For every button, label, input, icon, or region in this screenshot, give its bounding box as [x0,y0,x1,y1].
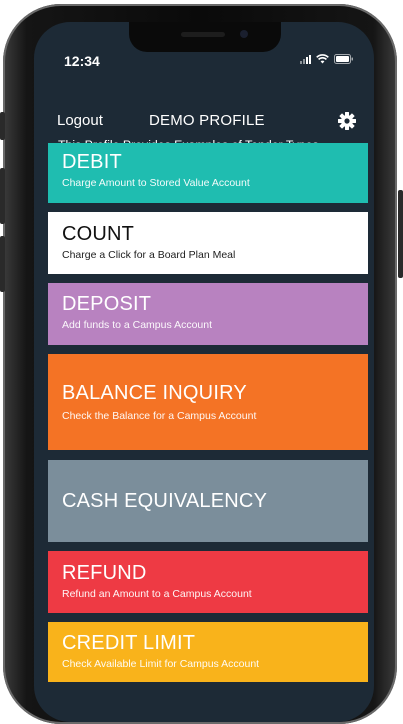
tile-debit[interactable]: DEBIT Charge Amount to Stored Value Acco… [48,143,368,203]
tile-cash-equivalency[interactable]: CASH EQUIVALENCY [48,460,368,542]
tile-description: Check Available Limit for Campus Account [62,658,260,670]
tile-description: Refund an Amount to a Campus Account [62,588,252,600]
speaker [181,32,225,37]
tile-description: Add funds to a Campus Account [62,319,213,331]
signal-icon [300,54,311,64]
camera [240,30,248,38]
tile-title: CASH EQUIVALENCY [62,490,268,512]
side-button [0,112,5,140]
tile-title: REFUND [62,562,147,584]
page-title: DEMO PROFILE [149,112,265,129]
gear-icon[interactable] [337,111,357,131]
side-button [0,236,5,292]
tile-refund[interactable]: REFUND Refund an Amount to a Campus Acco… [48,551,368,613]
notch [129,22,281,52]
tile-description: Charge a Click for a Board Plan Meal [62,249,236,261]
logout-button[interactable]: Logout [57,112,103,129]
tile-description: Charge Amount to Stored Value Account [62,177,250,189]
tile-balance-inquiry[interactable]: BALANCE INQUIRY Check the Balance for a … [48,354,368,450]
wifi-icon [316,54,329,64]
tile-title: BALANCE INQUIRY [62,382,247,404]
tile-title: COUNT [62,223,135,245]
side-button [398,190,403,278]
tile-credit-limit[interactable]: CREDIT LIMIT Check Available Limit for C… [48,622,368,682]
status-time: 12:34 [64,53,100,69]
tile-count[interactable]: COUNT Charge a Click for a Board Plan Me… [48,212,368,274]
status-icons [300,54,354,64]
phone-screen: 12:34 Logout DEMO PROFILE DEBIT Charge A… [34,22,374,722]
tile-title: CREDIT LIMIT [62,632,196,654]
tile-description: Check the Balance for a Campus Account [62,410,257,422]
battery-icon [334,54,354,64]
tile-deposit[interactable]: DEPOSIT Add funds to a Campus Account [48,283,368,345]
tile-title: DEBIT [62,151,122,173]
side-button [0,168,5,224]
tile-title: DEPOSIT [62,293,152,315]
